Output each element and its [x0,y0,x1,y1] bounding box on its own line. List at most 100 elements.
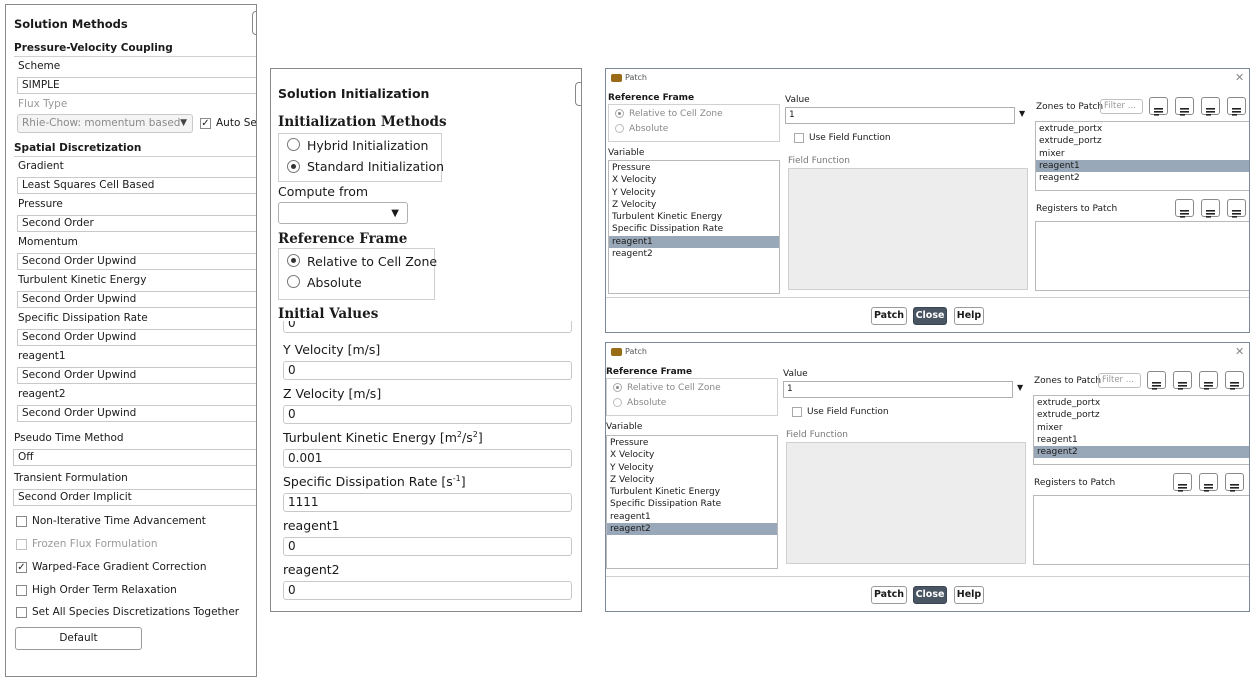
help-button[interactable]: Help [954,307,984,325]
variable-item[interactable]: Turbulent Kinetic Energy [607,486,777,498]
use-field-function-checkbox[interactable] [794,133,804,143]
variable-list[interactable]: Pressure X Velocity Y Velocity Z Velocity Tu… [608,160,780,294]
deselect-all-icon[interactable] [1225,371,1244,390]
zone-item[interactable]: extrude_portz [1034,409,1249,421]
list-icon[interactable] [1173,371,1192,390]
momentum-dropdown[interactable]: Second Order Upwind [17,253,256,270]
select-all-icon[interactable] [1199,371,1218,390]
zones-list[interactable]: extrude_portx extrude_portz mixer reagent1 r… [1033,395,1249,465]
value-input[interactable]: 1 [783,381,1013,398]
transient-formulation-dropdown[interactable]: Second Order Implicit [13,489,256,506]
select-all-icon[interactable] [1199,473,1218,492]
filter-icon[interactable] [1147,371,1166,390]
close-button[interactable]: Close [913,307,947,325]
sdr-init-input[interactable]: 1111 [283,493,572,512]
variable-item[interactable]: X Velocity [607,449,777,461]
variable-item[interactable]: Specific Dissipation Rate [607,498,777,510]
pressure-dropdown[interactable]: Second Order [17,215,256,232]
patch-button[interactable]: Patch [871,307,907,325]
reagent2-init-input[interactable]: 0 [283,581,572,600]
zone-item[interactable]: extrude_portx [1036,123,1249,135]
zones-list[interactable]: extrude_portx extrude_portz mixer reagent1 r… [1035,121,1249,191]
zone-item[interactable]: extrude_portz [1036,135,1249,147]
deselect-all-icon[interactable] [1227,97,1246,116]
variable-list[interactable]: Pressure X Velocity Y Velocity Z Velocity Tu… [606,435,778,569]
variable-item[interactable]: Y Velocity [607,462,777,474]
relative-radio[interactable] [615,109,624,118]
sdr-dropdown[interactable]: Second Order Upwind [17,329,256,346]
initial-values-scroll[interactable]: 0 Y Velocity [m/s] 0 Z Velocity [m/s] 0 … [278,321,578,609]
auto-select-checkbox[interactable]: ✓ [200,118,211,129]
standard-init-radio[interactable] [287,160,300,173]
zone-filter-input[interactable]: Filter ... [1100,99,1143,114]
value-input[interactable]: 1 [785,107,1015,124]
filter-icon[interactable] [1149,97,1168,116]
variable-item[interactable]: reagent1 [609,235,779,249]
zone-item[interactable]: reagent1 [1034,434,1249,446]
checkbox[interactable]: ✓ [16,562,27,573]
value-label: Value [785,95,810,105]
zone-item[interactable]: mixer [1036,148,1249,160]
panel-menu-button[interactable] [575,82,581,106]
zone-item[interactable]: reagent2 [1034,446,1249,459]
variable-item[interactable]: Z Velocity [607,474,777,486]
variable-item[interactable]: Turbulent Kinetic Energy [609,211,779,223]
absolute-frame-radio[interactable] [287,275,300,288]
checkbox[interactable] [16,516,27,527]
variable-item[interactable]: reagent2 [607,523,777,536]
flux-type-dropdown[interactable]: Rhie-Chow: momentum based ▼ [17,114,193,133]
list-icon[interactable] [1175,199,1194,218]
chevron-down-icon[interactable]: ▼ [1019,109,1025,118]
zone-item[interactable]: extrude_portx [1034,397,1249,409]
variable-item[interactable]: reagent2 [609,248,779,260]
deselect-all-icon[interactable] [1227,199,1246,218]
checkbox[interactable] [16,585,27,596]
absolute-radio[interactable] [613,398,622,407]
zone-item[interactable]: reagent1 [1036,159,1249,173]
variable-item[interactable]: Specific Dissipation Rate [609,223,779,235]
variable-item[interactable]: X Velocity [609,174,779,186]
variable-item[interactable]: Y Velocity [609,187,779,199]
variable-item[interactable]: Pressure [609,162,779,174]
chevron-down-icon[interactable]: ▼ [1017,383,1023,392]
use-field-function-checkbox[interactable] [792,407,802,417]
zone-item[interactable]: mixer [1034,422,1249,434]
default-button[interactable]: Default [15,627,142,650]
help-button[interactable]: Help [954,586,984,604]
select-all-icon[interactable] [1201,199,1220,218]
registers-list[interactable] [1035,221,1249,291]
deselect-all-icon[interactable] [1225,473,1244,492]
variable-item[interactable]: reagent1 [607,511,777,523]
zone-filter-input[interactable]: Filter ... [1098,373,1141,388]
checkbox[interactable] [16,607,27,618]
scheme-dropdown[interactable]: SIMPLE [17,77,256,94]
gradient-dropdown[interactable]: Least Squares Cell Based [17,177,256,194]
patch-button[interactable]: Patch [871,586,907,604]
relative-frame-radio[interactable] [287,254,300,267]
registers-list[interactable] [1033,495,1249,565]
compute-from-dropdown[interactable]: ▼ [278,202,408,224]
hybrid-init-radio[interactable] [287,138,300,151]
list-icon[interactable] [1175,97,1194,116]
y-velocity-input[interactable]: 0 [283,361,572,380]
reagent1-init-input[interactable]: 0 [283,537,572,556]
close-button[interactable]: Close [913,586,947,604]
tke-dropdown[interactable]: Second Order Upwind [17,291,256,308]
zone-item[interactable]: reagent2 [1036,172,1249,184]
tke-init-input[interactable]: 0.001 [283,449,572,468]
partial-value-field[interactable]: 0 [283,321,572,333]
pseudo-time-dropdown[interactable]: Off [13,449,256,466]
select-all-icon[interactable] [1201,97,1220,116]
checkbox[interactable] [16,539,27,550]
close-icon[interactable]: ✕ [1235,71,1244,84]
list-icon[interactable] [1173,473,1192,492]
reagent2-dropdown[interactable]: Second Order Upwind [17,405,256,422]
absolute-radio[interactable] [615,124,624,133]
reagent1-dropdown[interactable]: Second Order Upwind [17,367,256,384]
relative-radio[interactable] [613,383,622,392]
close-icon[interactable]: ✕ [1235,345,1244,358]
panel-menu-button[interactable] [252,11,256,35]
variable-item[interactable]: Z Velocity [609,199,779,211]
variable-item[interactable]: Pressure [607,437,777,449]
z-velocity-input[interactable]: 0 [283,405,572,424]
